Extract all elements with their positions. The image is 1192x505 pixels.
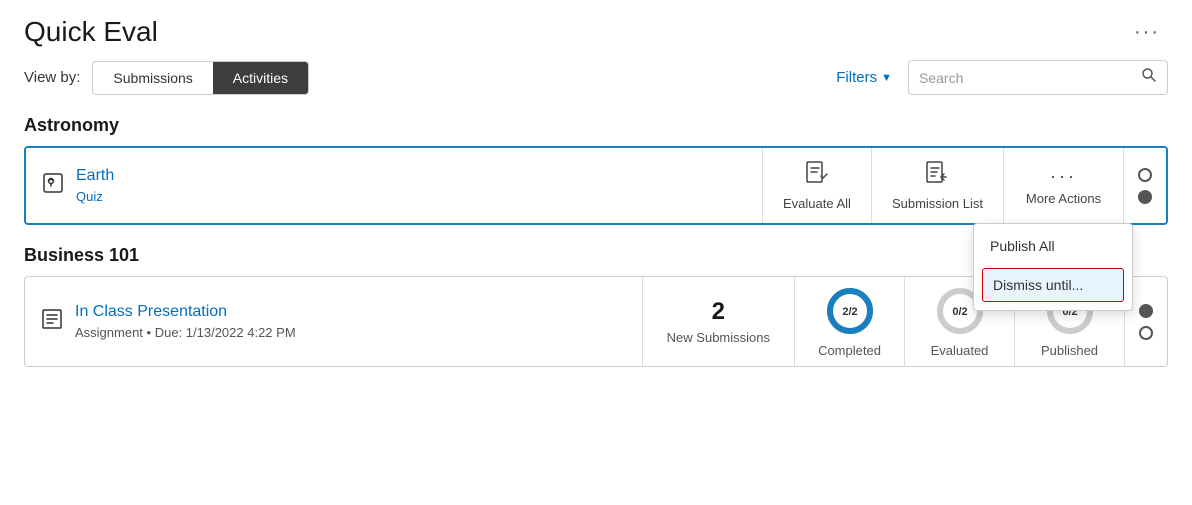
header-row: Quick Eval ··· <box>24 16 1168 48</box>
published-label: Published <box>1041 343 1098 358</box>
astronomy-section-title: Astronomy <box>24 115 1168 136</box>
new-submissions-label: New Submissions <box>667 330 770 345</box>
svg-text:0/2: 0/2 <box>952 306 967 318</box>
earth-radio-group <box>1124 148 1166 223</box>
search-icon <box>1141 67 1157 83</box>
earth-activity-type: Quiz <box>76 189 114 204</box>
in-class-presentation-details: In Class Presentation Assignment • Due: … <box>75 303 296 340</box>
in-class-presentation-info: In Class Presentation Assignment • Due: … <box>25 277 643 366</box>
assignment-icon <box>41 308 63 336</box>
earth-activity-details: Earth Quiz <box>76 167 114 204</box>
more-actions-label: More Actions <box>1026 191 1101 206</box>
in-class-presentation-meta: Assignment • Due: 1/13/2022 4:22 PM <box>75 325 296 340</box>
chevron-down-icon: ▼ <box>881 72 892 84</box>
svg-text:2/2: 2/2 <box>842 306 857 318</box>
submission-list-label: Submission List <box>892 196 983 211</box>
astronomy-section: Astronomy Earth Quiz <box>24 115 1168 225</box>
search-input[interactable] <box>919 70 1141 86</box>
earth-activity-card: Earth Quiz Evaluate All <box>24 146 1168 225</box>
earth-radio-top[interactable] <box>1138 168 1152 182</box>
view-toggle-group: Submissions Activities <box>92 61 309 95</box>
view-by-section: View by: Submissions Activities <box>24 61 309 95</box>
submission-list-section[interactable]: Submission List <box>872 148 1004 223</box>
evaluate-all-section[interactable]: Evaluate All <box>763 148 872 223</box>
new-submissions-count: 2 <box>712 298 725 326</box>
evaluated-label: Evaluated <box>931 343 989 358</box>
page-container: Quick Eval ··· View by: Submissions Acti… <box>0 0 1192 403</box>
header-more-options-button[interactable]: ··· <box>1126 17 1168 48</box>
context-menu: Publish All Dismiss until... <box>973 223 1133 311</box>
quiz-icon <box>42 172 64 200</box>
publish-all-menu-item[interactable]: Publish All <box>974 228 1132 264</box>
earth-activity-row: Earth Quiz Evaluate All <box>26 148 1166 223</box>
in-class-presentation-name[interactable]: In Class Presentation <box>75 303 296 321</box>
toolbar-row: View by: Submissions Activities Filters … <box>24 60 1168 95</box>
completed-donut-section: 2/2 Completed <box>795 277 905 366</box>
in-class-due: Due: 1/13/2022 4:22 PM <box>155 325 296 340</box>
new-submissions-stat: 2 New Submissions <box>643 277 795 366</box>
in-class-radio-bottom[interactable] <box>1139 326 1153 340</box>
earth-activity-name[interactable]: Earth <box>76 167 114 185</box>
completed-donut-chart: 2/2 <box>824 285 876 337</box>
submission-list-icon <box>924 160 950 192</box>
more-actions-section[interactable]: ··· More Actions Publish All Dismiss unt… <box>1004 148 1124 223</box>
activities-toggle-button[interactable]: Activities <box>213 62 308 94</box>
evaluate-all-icon <box>804 160 830 192</box>
in-class-type: Assignment <box>75 325 143 340</box>
more-actions-icon: ··· <box>1050 166 1077 187</box>
evaluate-all-label: Evaluate All <box>783 196 851 211</box>
earth-activity-info: Earth Quiz <box>26 148 763 223</box>
completed-label: Completed <box>818 343 881 358</box>
submissions-toggle-button[interactable]: Submissions <box>93 62 212 94</box>
page-title: Quick Eval <box>24 16 158 48</box>
right-toolbar: Filters ▼ <box>836 60 1168 95</box>
filters-button[interactable]: Filters ▼ <box>836 69 892 86</box>
search-box <box>908 60 1168 95</box>
view-by-label: View by: <box>24 69 80 86</box>
search-button[interactable] <box>1141 67 1157 88</box>
filters-label: Filters <box>836 69 877 86</box>
earth-radio-bottom[interactable] <box>1138 190 1152 204</box>
meta-separator: • <box>147 325 155 340</box>
dismiss-until-menu-item[interactable]: Dismiss until... <box>982 268 1124 302</box>
in-class-radio-top[interactable] <box>1139 304 1153 318</box>
